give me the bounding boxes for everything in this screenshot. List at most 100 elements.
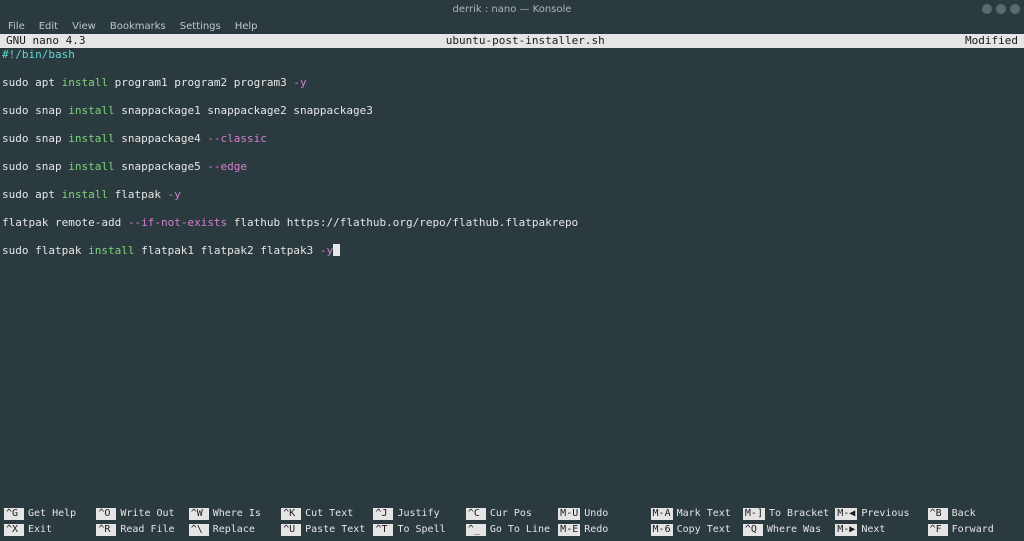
shortcut-label: Cut Text (305, 507, 353, 521)
shortcut-label: Get Help (28, 507, 76, 521)
shortcut-label: Read File (120, 523, 174, 537)
shortcut-label: Replace (213, 523, 255, 537)
nano-header: GNU nano 4.3 ubuntu-post-installer.sh Mo… (0, 34, 1024, 48)
shortcut-key: M-U (558, 508, 580, 520)
nano-shortcut: ^R Read File (96, 523, 188, 537)
menu-item-bookmarks[interactable]: Bookmarks (110, 21, 166, 32)
editor-line: sudo snap install snappackage1 snappacka… (2, 104, 1024, 118)
shortcut-label: Cur Pos (490, 507, 532, 521)
nano-shortcut: ^\ Replace (189, 523, 281, 537)
shortcut-key: M-] (743, 508, 765, 520)
nano-shortcut: ^X Exit (4, 523, 96, 537)
editor-line: sudo apt install flatpak -y (2, 188, 1024, 202)
menu-item-settings[interactable]: Settings (180, 21, 221, 32)
nano-shortcut: M-6 Copy Text (651, 523, 743, 537)
menu-item-edit[interactable]: Edit (39, 21, 58, 32)
shortcut-key: ^T (373, 524, 393, 536)
shortcut-label: Justify (397, 507, 439, 521)
shortcut-label: Previous (861, 507, 909, 521)
window-title: derrik : nano — Konsole (453, 4, 572, 15)
shortcut-key: ^Q (743, 524, 763, 536)
nano-shortcut: M-E Redo (558, 523, 650, 537)
editor-line (2, 90, 1024, 104)
nano-shortcut: ^CCur Pos (466, 507, 558, 521)
window-maximize-icon[interactable] (996, 4, 1006, 14)
shortcut-key: ^X (4, 524, 24, 536)
shortcut-label: To Spell (397, 523, 445, 537)
editor-line: sudo snap install snappackage5 --edge (2, 160, 1024, 174)
shortcut-key: ^\ (189, 524, 209, 536)
nano-app-name: GNU nano 4.3 (6, 34, 85, 48)
shortcut-label: Paste Text (305, 523, 365, 537)
nano-shortcut: ^F Forward (928, 523, 1020, 537)
editor-line (2, 202, 1024, 216)
editor-line (2, 230, 1024, 244)
shortcut-key: ^U (281, 524, 301, 536)
nano-shortcut: ^G Get Help (4, 507, 96, 521)
nano-shortcut: ^O Write Out (96, 507, 188, 521)
shortcut-key: ^J (373, 508, 393, 520)
menu-item-file[interactable]: File (8, 21, 25, 32)
nano-shortcut: ^T To Spell (373, 523, 465, 537)
nano-shortcut: ^J Justify (373, 507, 465, 521)
shortcut-key: ^W (189, 508, 209, 520)
editor-line: #!/bin/bash (2, 48, 1024, 62)
shortcut-label: Forward (952, 523, 994, 537)
window-minimize-icon[interactable] (982, 4, 992, 14)
nano-modified-status: Modified (965, 34, 1018, 48)
shortcut-key: ^K (281, 508, 301, 520)
shortcut-label: To Bracket (769, 507, 829, 521)
editor-line: sudo snap install snappackage4 --classic (2, 132, 1024, 146)
shortcut-label: Copy Text (677, 523, 731, 537)
nano-shortcut: ^K Cut Text (281, 507, 373, 521)
shortcut-key: ^B (928, 508, 948, 520)
nano-shortcut: M-◀ Previous (835, 507, 927, 521)
window-close-icon[interactable] (1010, 4, 1020, 14)
shortcut-key: M-◀ (835, 508, 857, 520)
nano-shortcut: ^U Paste Text (281, 523, 373, 537)
shortcut-label: Next (861, 523, 885, 537)
shortcut-label: Back (952, 507, 976, 521)
menu-bar: File Edit View Bookmarks Settings Help (0, 18, 1024, 34)
shortcut-key: ^G (4, 508, 24, 520)
editor-line (2, 62, 1024, 76)
shortcut-label: Go To Line (490, 523, 550, 537)
editor-line (2, 146, 1024, 160)
text-cursor (333, 244, 340, 256)
shortcut-label: Undo (584, 507, 608, 521)
shortcut-key: ^R (96, 524, 116, 536)
nano-shortcut: M-] To Bracket (743, 507, 835, 521)
menu-item-help[interactable]: Help (235, 21, 258, 32)
nano-shortcut: M-A Mark Text (651, 507, 743, 521)
nano-shortcut: M-▶ Next (835, 523, 927, 537)
shortcut-label: Redo (584, 523, 608, 537)
nano-shortcut: ^B Back (928, 507, 1020, 521)
nano-filename: ubuntu-post-installer.sh (85, 34, 965, 48)
nano-shortcut-bar: ^G Get Help ^O Write Out ^W Where Is ^K Cut Tex… (0, 507, 1024, 537)
editor-line (2, 174, 1024, 188)
nano-shortcut: ^Q Where Was (743, 523, 835, 537)
shortcut-key: M-▶ (835, 524, 857, 536)
editor-line (2, 118, 1024, 132)
shortcut-key: ^F (928, 524, 948, 536)
nano-editor-body[interactable]: #!/bin/bash sudo apt install program1 pr… (0, 48, 1024, 258)
shortcut-key: ^_ (466, 524, 486, 536)
shortcut-label: Where Is (213, 507, 261, 521)
shortcut-label: Exit (28, 523, 52, 537)
shortcut-key: ^O (96, 508, 116, 520)
window-titlebar: derrik : nano — Konsole (0, 0, 1024, 18)
editor-line: sudo apt install program1 program2 progr… (2, 76, 1024, 90)
editor-line: flatpak remote-add --if-not-exists flath… (2, 216, 1024, 230)
nano-shortcut: ^W Where Is (189, 507, 281, 521)
terminal-area[interactable]: GNU nano 4.3 ubuntu-post-installer.sh Mo… (0, 34, 1024, 541)
nano-shortcut: ^_ Go To Line (466, 523, 558, 537)
shortcut-label: Where Was (767, 523, 821, 537)
shortcut-label: Write Out (120, 507, 174, 521)
nano-shortcut: M-U Undo (558, 507, 650, 521)
shortcut-label: Mark Text (677, 507, 731, 521)
shortcut-key: M-6 (651, 524, 673, 536)
menu-item-view[interactable]: View (72, 21, 96, 32)
editor-line: sudo flatpak install flatpak1 flatpak2 f… (2, 244, 1024, 258)
shortcut-key: M-E (558, 524, 580, 536)
shortcut-key: M-A (651, 508, 673, 520)
